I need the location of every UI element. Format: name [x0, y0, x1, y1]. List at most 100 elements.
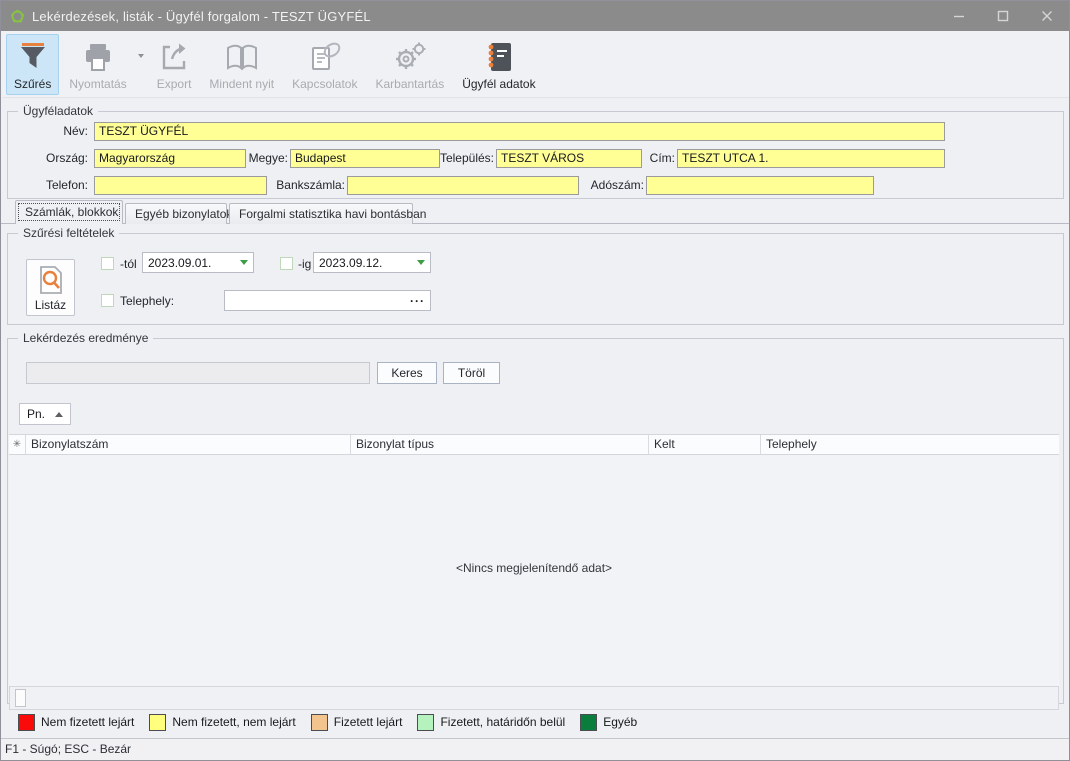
tab-invoices-receipts[interactable]: Számlák, blokkok — [15, 200, 123, 224]
print-dropdown-button[interactable] — [137, 34, 149, 95]
date-from-combo[interactable]: 2023.09.01. — [142, 252, 254, 273]
contacts-button[interactable]: Kapcsolatok — [284, 34, 365, 95]
filter-button[interactable]: Szűrés — [6, 34, 59, 95]
date-from-value: 2023.09.01. — [148, 256, 240, 270]
settlement-field[interactable]: TESZT VÁROS — [496, 149, 642, 168]
legend-swatch-red — [18, 714, 35, 731]
tab-label: Forgalmi statisztika havi bontásban — [239, 207, 426, 221]
open-book-icon — [224, 40, 260, 74]
table-body: <Nincs megjelenítendő adat> — [9, 455, 1059, 686]
date-from-label: -tól — [120, 254, 137, 274]
export-icon — [158, 40, 190, 74]
name-field[interactable]: TESZT ÜGYFÉL — [94, 122, 945, 141]
column-header-bizonylatszam[interactable]: Bizonylatszám — [26, 435, 351, 454]
legend-swatch-darkgreen — [580, 714, 597, 731]
results-group-label: Lekérdezés eredménye — [18, 331, 153, 345]
minimize-button[interactable] — [937, 1, 981, 31]
close-button[interactable] — [1025, 1, 1069, 31]
open-all-button-label: Mindent nyit — [209, 77, 274, 91]
window-title: Lekérdezések, listák - Ügyfél forgalom -… — [32, 9, 371, 24]
date-to-label: -ig — [298, 254, 311, 274]
tab-label: Számlák, blokkok — [25, 205, 118, 219]
customer-data-button[interactable]: Ügyfél adatok — [454, 34, 543, 95]
county-field[interactable]: Budapest — [290, 149, 440, 168]
legend-item: Fizetett, határidőn belül — [417, 714, 565, 731]
empty-data-message: <Nincs megjelenítendő adat> — [9, 561, 1059, 575]
app-window: Lekérdezések, listák - Ügyfél forgalom -… — [0, 0, 1070, 761]
bank-account-label: Bankszámla: — [270, 176, 345, 195]
county-label: Megye: — [244, 149, 288, 168]
app-icon — [10, 9, 25, 24]
legend-item: Fizetett lejárt — [311, 714, 403, 731]
date-to-value: 2023.09.12. — [319, 256, 417, 270]
list-button[interactable]: Listáz — [26, 259, 75, 316]
site-label: Telephely: — [120, 291, 174, 311]
status-legend: Nem fizetett lejárt Nem fizetett, nem le… — [18, 708, 652, 736]
legend-item: Nem fizetett, nem lejárt — [149, 714, 295, 731]
title-bar: Lekérdezések, listák - Ügyfél forgalom -… — [1, 1, 1069, 31]
browse-ellipsis-button[interactable]: ··· — [410, 294, 425, 308]
site-checkbox[interactable] — [101, 294, 114, 307]
settlement-label: Település: — [438, 149, 494, 168]
country-label: Ország: — [8, 149, 88, 168]
window-controls — [937, 1, 1069, 31]
clear-button[interactable]: Töröl — [443, 362, 500, 384]
dropdown-arrow-icon — [240, 260, 248, 269]
status-bar: F1 - Súgó; ESC - Bezár — [1, 738, 1069, 760]
tab-label: Egyéb bizonylatok — [135, 207, 232, 221]
maximize-button[interactable] — [981, 1, 1025, 31]
search-input[interactable] — [26, 362, 370, 384]
phone-field[interactable] — [94, 176, 267, 195]
tab-monthly-statistics[interactable]: Forgalmi statisztika havi bontásban — [229, 203, 413, 224]
tax-number-field[interactable] — [646, 176, 874, 195]
legend-label: Fizetett, határidőn belül — [440, 715, 565, 729]
attachment-document-icon — [308, 40, 342, 74]
filter-icon — [18, 40, 48, 74]
customer-group-label: Ügyféladatok — [18, 104, 98, 118]
site-field[interactable]: ··· — [224, 290, 431, 311]
sort-field-label: Pn. — [27, 407, 55, 421]
date-to-combo[interactable]: 2023.09.12. — [313, 252, 431, 273]
export-button[interactable]: Export — [149, 34, 200, 95]
chevron-down-icon — [138, 54, 144, 61]
print-button-label: Nyomtatás — [69, 77, 126, 91]
dropdown-arrow-icon — [417, 260, 425, 269]
tab-other-documents[interactable]: Egyéb bizonylatok — [125, 203, 227, 224]
legend-label: Fizetett lejárt — [334, 715, 403, 729]
legend-swatch-orange — [311, 714, 328, 731]
legend-swatch-yellow — [149, 714, 166, 731]
notebook-icon — [484, 40, 514, 74]
date-from-checkbox[interactable] — [101, 257, 114, 270]
column-header-kelt[interactable]: Kelt — [649, 435, 761, 454]
search-document-icon — [38, 265, 64, 295]
bank-account-field[interactable] — [347, 176, 579, 195]
filter-group: Szűrési feltételek Listáz -tól 2023.09.0… — [7, 233, 1064, 325]
country-field[interactable]: Magyarország — [94, 149, 246, 168]
open-all-button[interactable]: Mindent nyit — [201, 34, 282, 95]
date-to-checkbox[interactable] — [280, 257, 293, 270]
list-button-label: Listáz — [35, 298, 66, 312]
legend-label: Egyéb — [603, 715, 637, 729]
horizontal-scrollbar[interactable] — [9, 686, 1059, 710]
legend-label: Nem fizetett, nem lejárt — [172, 715, 295, 729]
address-field[interactable]: TESZT UTCA 1. — [677, 149, 945, 168]
address-label: Cím: — [644, 149, 675, 168]
column-header-telephely[interactable]: Telephely — [761, 435, 1057, 454]
printer-icon — [82, 40, 114, 74]
filter-group-label: Szűrési feltételek — [18, 226, 119, 240]
tax-number-label: Adószám: — [584, 176, 644, 195]
legend-swatch-lightgreen — [417, 714, 434, 731]
table-header: ✳ Bizonylatszám Bizonylat típus Kelt Tel… — [9, 434, 1059, 455]
legend-label: Nem fizetett lejárt — [41, 715, 134, 729]
maintenance-button[interactable]: Karbantartás — [367, 34, 452, 95]
print-button[interactable]: Nyomtatás — [61, 34, 134, 95]
scrollbar-thumb[interactable] — [15, 689, 26, 707]
search-button[interactable]: Keres — [377, 362, 437, 384]
column-header-bizonylat-tipus[interactable]: Bizonylat típus — [351, 435, 649, 454]
export-button-label: Export — [157, 77, 192, 91]
row-marker-column-header[interactable]: ✳ — [9, 435, 26, 454]
sort-selector[interactable]: Pn. — [19, 403, 71, 425]
sort-ascending-icon — [55, 408, 63, 417]
toolbar: Szűrés Nyomtatás Ex — [2, 31, 1069, 98]
name-label: Név: — [8, 122, 88, 141]
